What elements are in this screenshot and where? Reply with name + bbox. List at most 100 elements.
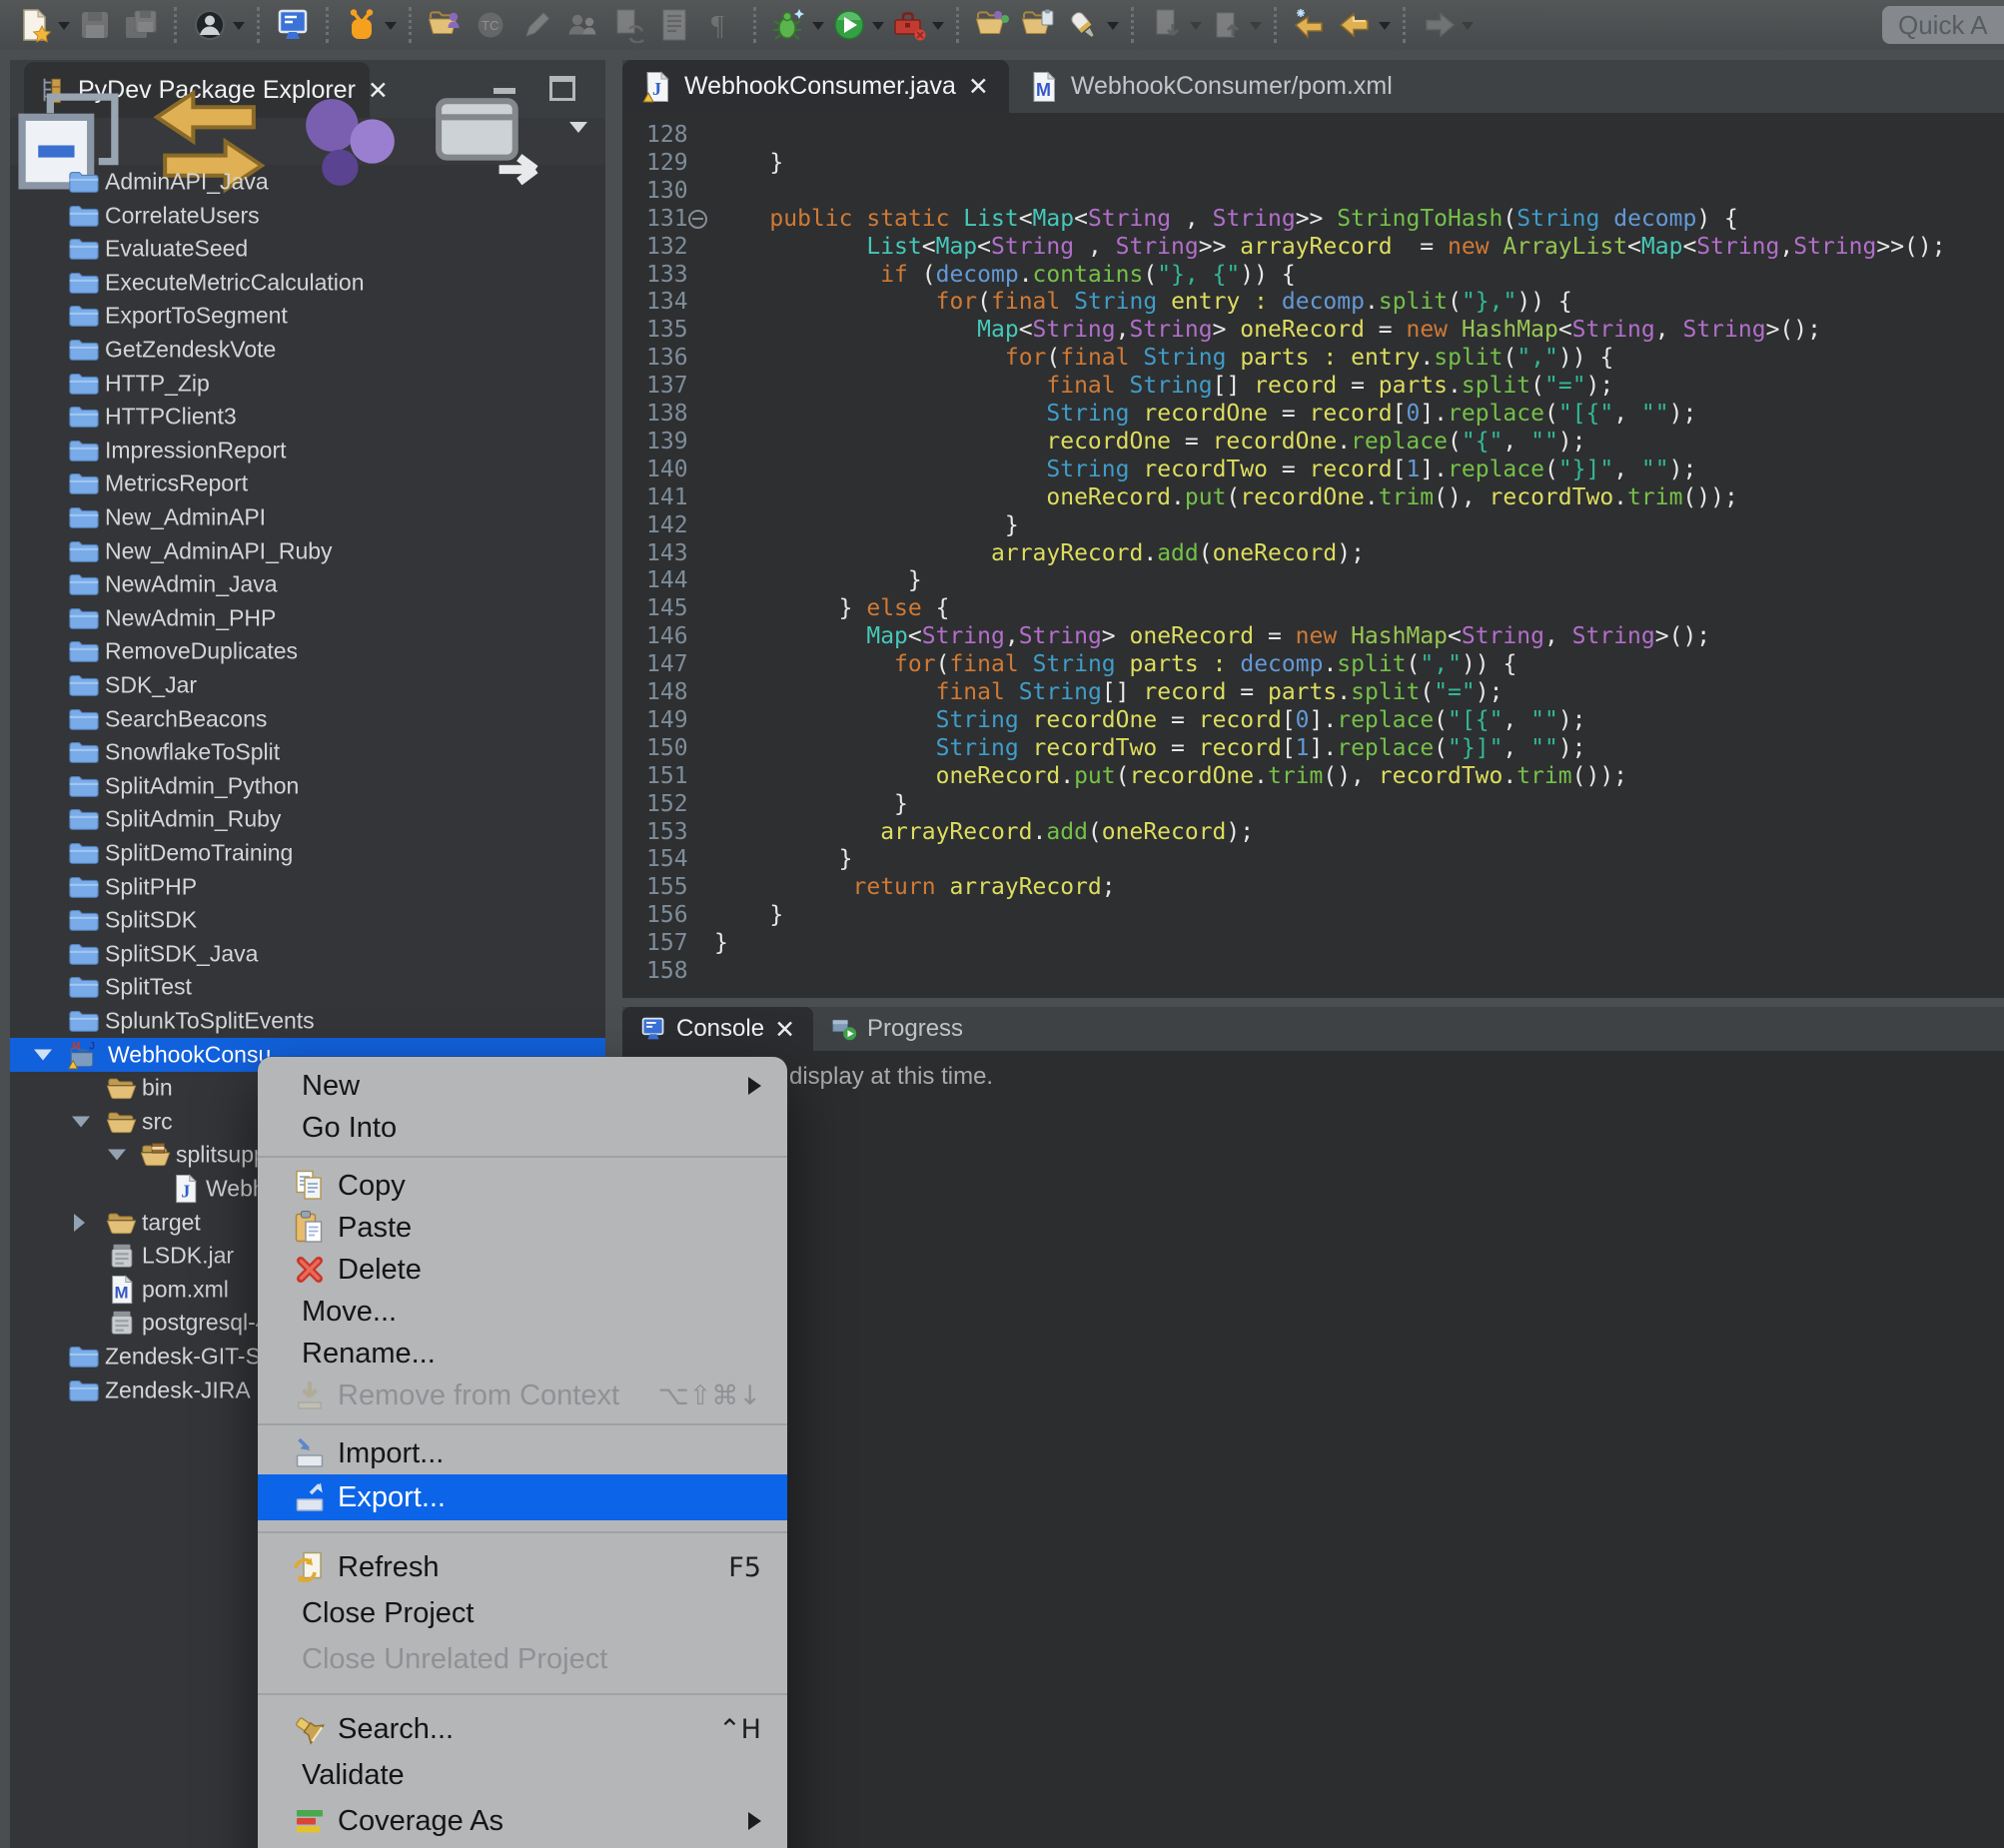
code-line[interactable]: 129} [622,149,2004,177]
toolbar-debug-button[interactable] [768,4,810,46]
line-number[interactable]: 137 [646,372,688,400]
tree-item-splitsdk[interactable]: SplitSDK [10,903,605,937]
dropdown-arrow-icon[interactable] [812,22,824,30]
line-number[interactable]: 141 [646,483,688,511]
line-number[interactable]: 135 [646,316,688,344]
dropdown-arrow-icon[interactable] [385,22,397,30]
menu-item-new[interactable]: New [258,1065,787,1107]
tree-item-splitsdk-java[interactable]: SplitSDK_Java [10,937,605,971]
code-line[interactable]: 145} else { [622,594,2004,622]
dropdown-arrow-icon[interactable] [872,22,884,30]
line-number[interactable]: 142 [646,511,688,539]
line-number[interactable]: 153 [646,818,688,846]
tree-item-snowflaketosplit[interactable]: SnowflakeToSplit [10,735,605,769]
code-editor[interactable]: 128129}130131public static List<Map<Stri… [622,113,2004,998]
tree-item-new-adminapi-ruby[interactable]: New_AdminAPI_Ruby [10,534,605,568]
tree-item-newadmin-php[interactable]: NewAdmin_PHP [10,601,605,635]
code-line[interactable]: 151oneRecord.put(recordOne.trim(), recor… [622,762,2004,790]
tree-item-evaluateseed[interactable]: EvaluateSeed [10,232,605,266]
line-number[interactable]: 152 [646,790,688,818]
dropdown-arrow-icon[interactable] [1462,22,1474,30]
code-line[interactable]: 150String recordTwo = record[1].replace(… [622,734,2004,762]
line-number[interactable]: 129 [646,149,688,177]
code-line[interactable]: 136for(final String parts : entry.split(… [622,344,2004,372]
line-number[interactable]: 138 [646,400,688,428]
line-number[interactable]: 134 [646,288,688,316]
tree-item-metricsreport[interactable]: MetricsReport [10,466,605,500]
menu-item-close-project[interactable]: Close Project [258,1590,787,1636]
menu-item-import[interactable]: Import... [258,1432,787,1474]
tree-item-new-adminapi[interactable]: New_AdminAPI [10,500,605,534]
tree-expanded-arrow-icon[interactable] [34,1049,52,1060]
tree-item-httpclient3[interactable]: HTTPClient3 [10,400,605,434]
line-number[interactable]: 154 [646,845,688,873]
code-line[interactable]: 148final String[] record = parts.split("… [622,678,2004,706]
tree-item-splitphp[interactable]: SplitPHP [10,870,605,904]
code-line[interactable]: 135Map<String,String> oneRecord = new Ha… [622,316,2004,344]
line-number[interactable]: 148 [646,678,688,706]
line-number[interactable]: 147 [646,650,688,678]
line-number[interactable]: 144 [646,566,688,594]
dropdown-arrow-icon[interactable] [58,22,70,30]
code-line[interactable]: 143arrayRecord.add(oneRecord); [622,539,2004,567]
toolbar-marker-button[interactable] [1063,4,1105,46]
menu-item-export[interactable]: Export... [258,1474,787,1520]
line-number[interactable]: 130 [646,177,688,205]
tree-item-splitadmin-python[interactable]: SplitAdmin_Python [10,769,605,803]
line-number[interactable]: 146 [646,622,688,650]
dropdown-arrow-icon[interactable] [1107,22,1119,30]
close-tab-icon[interactable]: ✕ [774,1015,795,1044]
line-number[interactable]: 133 [646,261,688,289]
toolbar-last-edit-location-button[interactable] [1289,4,1331,46]
code-line[interactable]: 147for(final String parts : decomp.split… [622,650,2004,678]
dropdown-arrow-icon[interactable] [932,22,944,30]
code-line[interactable]: 158 [622,957,2004,985]
toolbar-run-button[interactable] [828,4,870,46]
editor-tab-webhookconsumer-pom-xml[interactable]: MWebhookConsumer/pom.xml [1009,60,1413,113]
toolbar-profile-button[interactable] [189,4,231,46]
line-number[interactable]: 156 [646,901,688,929]
tree-collapsed-arrow-icon[interactable] [74,1214,85,1232]
code-line[interactable]: 132List<Map<String , String>> arrayRecor… [622,233,2004,261]
line-number[interactable]: 149 [646,706,688,734]
close-tab-icon[interactable]: ✕ [968,72,989,101]
menu-item-coverage-as[interactable]: Coverage As [258,1798,787,1844]
menu-item-move[interactable]: Move... [258,1291,787,1333]
line-number[interactable]: 139 [646,428,688,456]
tree-item-newadmin-java[interactable]: NewAdmin_Java [10,567,605,601]
menu-item-paste[interactable]: Paste [258,1207,787,1249]
code-line[interactable]: 149String recordOne = record[0].replace(… [622,706,2004,734]
line-number[interactable]: 157 [646,929,688,957]
menu-item-go-into[interactable]: Go Into [258,1107,787,1149]
line-number[interactable]: 145 [646,594,688,622]
code-line[interactable]: 133if (decomp.contains("}, {")) { [622,261,2004,289]
toolbar-external-tools-button[interactable] [888,4,930,46]
code-line[interactable]: 153arrayRecord.add(oneRecord); [622,818,2004,846]
tree-item-splunktosplitevents[interactable]: SplunkToSplitEvents [10,1004,605,1038]
tree-item-executemetriccalculation[interactable]: ExecuteMetricCalculation [10,266,605,300]
dropdown-arrow-icon[interactable] [1250,22,1262,30]
line-number[interactable]: 158 [646,957,688,985]
code-line[interactable]: 137final String[] record = parts.split("… [622,372,2004,400]
tree-item-splitadmin-ruby[interactable]: SplitAdmin_Ruby [10,802,605,836]
toolbar-import-projects-button[interactable] [971,4,1013,46]
line-number[interactable]: 128 [646,121,688,149]
tree-item-removeduplicates[interactable]: RemoveDuplicates [10,634,605,668]
tree-item-searchbeacons[interactable]: SearchBeacons [10,702,605,736]
line-number[interactable]: 151 [646,762,688,790]
code-line[interactable]: 155return arrayRecord; [622,873,2004,901]
quick-access-field[interactable]: Quick A [1882,6,2004,44]
tree-item-splittest[interactable]: SplitTest [10,970,605,1004]
maximize-view-icon[interactable] [549,76,575,101]
toolbar-split-tool-button[interactable] [341,4,383,46]
line-number[interactable]: 155 [646,873,688,901]
line-number[interactable]: 131 [646,205,688,233]
toolbar-open-project-button[interactable] [424,4,466,46]
menu-item-refresh[interactable]: RefreshF5 [258,1544,787,1590]
view-toolbar-view-menu-button[interactable] [565,133,587,151]
code-line[interactable]: 144} [622,566,2004,594]
code-line[interactable]: 134for(final String entry : decomp.split… [622,288,2004,316]
dropdown-arrow-icon[interactable] [1190,22,1202,30]
tree-item-exporttosegment[interactable]: ExportToSegment [10,299,605,333]
menu-item-delete[interactable]: Delete [258,1249,787,1291]
